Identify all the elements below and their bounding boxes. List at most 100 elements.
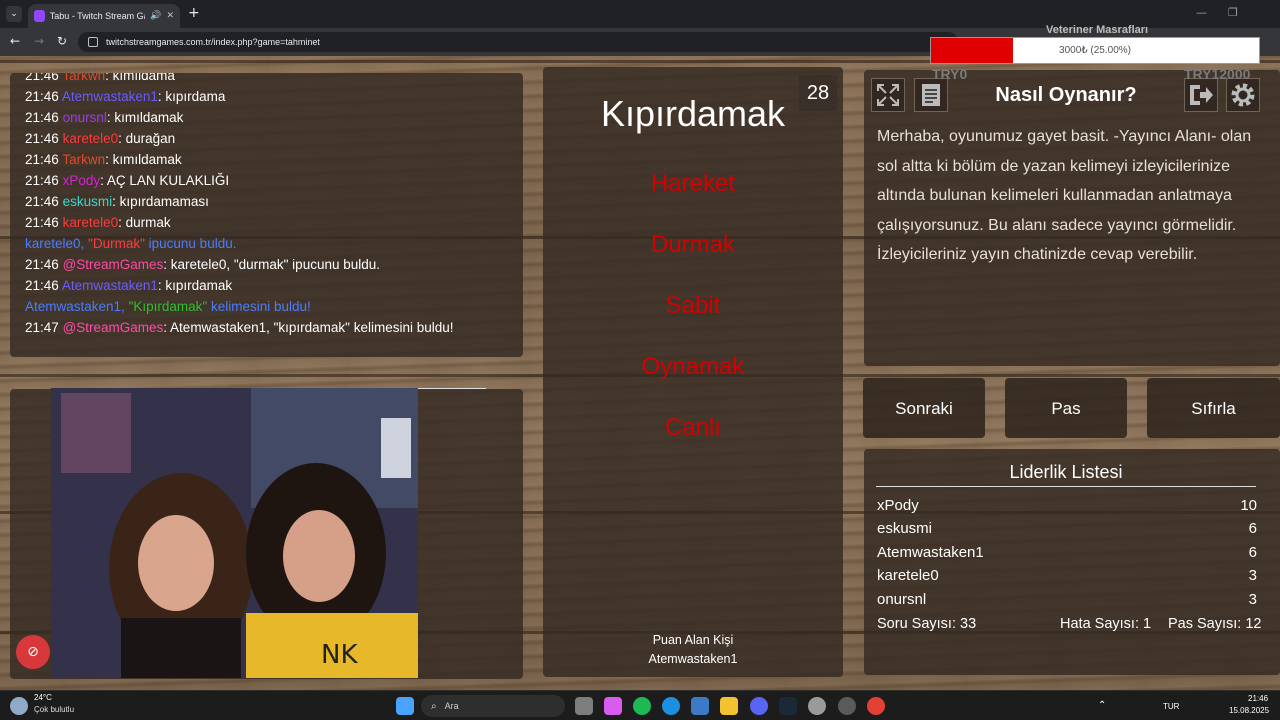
chrome-icon[interactable] (867, 697, 885, 715)
speaker-icon[interactable]: 🔊 (150, 11, 161, 21)
fullscreen-icon (877, 84, 899, 106)
chat-time: 21:46 (25, 194, 59, 209)
chat-text: : kımıldamak (105, 152, 182, 167)
chat-username: Tarkwn (62, 152, 106, 167)
how-to-play-title: Nasıl Oynanır? (995, 84, 1137, 106)
obs-icon[interactable] (838, 697, 856, 715)
steam-icon[interactable] (779, 697, 797, 715)
notes-icon[interactable] (914, 78, 948, 112)
leaderboard-row: Atemwastaken1 6 (877, 544, 1257, 564)
notice-text: ipucunu buldu. (144, 236, 237, 251)
taskbar-search[interactable]: ⌕ Ara (421, 695, 565, 717)
chat-text: : durağan (118, 131, 176, 146)
chat-time: 21:46 (25, 278, 59, 293)
chat-text: : kımıldamak (106, 110, 184, 125)
chat-time: 21:46 (25, 110, 59, 125)
scorer-name: Atemwastaken1 (648, 652, 738, 666)
webcam-image: NK (51, 388, 418, 678)
weather-temperature: 24°C (34, 693, 52, 702)
settings-icon[interactable] (808, 697, 826, 715)
player-name: Atemwastaken1 (877, 544, 984, 561)
discord-icon[interactable] (750, 697, 768, 715)
leaderboard-divider (876, 486, 1256, 487)
fullscreen-icon[interactable] (871, 78, 905, 112)
chat-time: 21:46 (25, 257, 59, 272)
chat-message: 21:46 Atemwastaken1: kıpırdama (25, 86, 508, 107)
taboo-word: Oynamak (641, 353, 745, 380)
donation-goal-title: Veteriner Masrafları (1046, 24, 1149, 36)
tab-close-icon[interactable]: ✕ (166, 11, 174, 21)
logout-icon (1190, 85, 1213, 105)
chat-message: 21:46 onursnl: kımıldamak (25, 107, 508, 128)
weather-cloud-icon[interactable] (10, 697, 28, 715)
search-placeholder: Ara (444, 701, 459, 711)
target-word: Kıpırdamak (600, 93, 786, 134)
settings-gear-icon (1231, 83, 1255, 107)
language-indicator[interactable]: TUR (1163, 702, 1179, 711)
next-button[interactable]: Sonraki (863, 378, 985, 438)
browser-tab[interactable]: Tabu - Twitch Stream Game 🔊 ✕ (28, 4, 180, 28)
notice-text: kelimesini buldu! (207, 299, 311, 314)
back-arrow-icon[interactable]: ← (10, 34, 20, 48)
minimize-button[interactable]: — (1196, 6, 1207, 19)
tab-search-button[interactable]: ⌄ (6, 6, 22, 22)
reset-button[interactable]: Sıfırla (1147, 378, 1280, 438)
chat-time: 21:46 (25, 152, 59, 167)
svg-text:NK: NK (321, 640, 358, 670)
donation-progress-bar: 3000₺ (25.00%) (930, 37, 1260, 64)
forward-arrow-icon[interactable]: → (34, 34, 44, 48)
maximize-button[interactable]: ❐ (1228, 6, 1238, 19)
tab-title: Tabu - Twitch Stream Game (49, 11, 145, 21)
pass-button[interactable]: Pas (1005, 378, 1127, 438)
notice-text: Atemwastaken1, (25, 299, 129, 314)
how-to-play-text: Merhaba, oyunumuz gayet basit. -Yayıncı … (877, 128, 1252, 263)
chat-username: Atemwastaken1 (61, 278, 158, 293)
windows-taskbar: 24°C Çok bulutlu ⌕ Ara ⌃ TUR 21:46 15.08… (0, 690, 1280, 720)
new-tab-button[interactable]: + (188, 5, 200, 21)
record-stop-button[interactable]: ⊘ (16, 635, 50, 669)
chat-text: : durmak (118, 215, 171, 230)
chat-message: 21:46 eskusmi: kıpırdamaması (25, 191, 508, 212)
notice-text: karetele0, (25, 236, 89, 251)
player-name: eskusmi (877, 520, 933, 537)
tray-chevron-icon[interactable]: ⌃ (1098, 700, 1106, 711)
chat-message: 21:46 karetele0: durağan (25, 128, 508, 149)
chat-message: 21:47 @StreamGames: Atemwastaken1, "kıpı… (25, 317, 508, 338)
player-score: 6 (1248, 544, 1257, 561)
windows-start-icon[interactable] (396, 697, 414, 715)
mail-icon[interactable] (691, 697, 709, 715)
logout-icon[interactable] (1184, 78, 1218, 112)
chat-time: 21:46 (25, 215, 59, 230)
copilot-icon[interactable] (604, 697, 622, 715)
leaderboard-row: eskusmi 6 (877, 520, 1257, 540)
clock-time[interactable]: 21:46 (1248, 694, 1268, 703)
spotify-icon[interactable] (633, 697, 651, 715)
leaderboard-title: Liderlik Listesi (1009, 462, 1123, 482)
chat-username: xPody (62, 173, 101, 188)
file-explorer-icon[interactable] (720, 697, 738, 715)
player-name: xPody (877, 497, 919, 514)
url-text: twitchstreamgames.com.tr/index.php?game=… (106, 37, 320, 47)
clock-date[interactable]: 15.08.2025 (1229, 706, 1269, 715)
reload-icon[interactable]: ↻ (57, 34, 67, 48)
settings-gear-icon[interactable] (1226, 78, 1260, 112)
notice-word: "Kıpırdamak" (128, 299, 208, 314)
donation-max-label: TRY12000 (1184, 66, 1251, 82)
chat-text: : kımıldama (105, 73, 175, 83)
taboo-word: Canlı (664, 414, 722, 441)
chat-time: 21:46 (25, 173, 59, 188)
chat-time: 21:46 (25, 73, 59, 83)
site-info-icon[interactable] (88, 37, 98, 47)
player-score: 6 (1248, 520, 1257, 537)
chat-message: 21:46 Tarkwn: kımıldamak (25, 149, 508, 170)
edge-icon[interactable] (662, 697, 680, 715)
chat-panel: 21:46 Tarkwn : kımıldama 21:46 Atemwastake… (10, 73, 523, 357)
player-score: 3 (1248, 567, 1257, 584)
chat-time: 21:47 (25, 320, 59, 335)
url-bar[interactable]: twitchstreamgames.com.tr/index.php?game=… (78, 32, 958, 52)
pass-count: Pas Sayısı: 12 (1168, 616, 1262, 632)
donation-min-label: TRY0 (932, 66, 968, 82)
player-name: karetele0 (877, 567, 939, 584)
chat-text: : kıpırdamaması (112, 194, 209, 209)
task-view-icon[interactable] (575, 697, 593, 715)
